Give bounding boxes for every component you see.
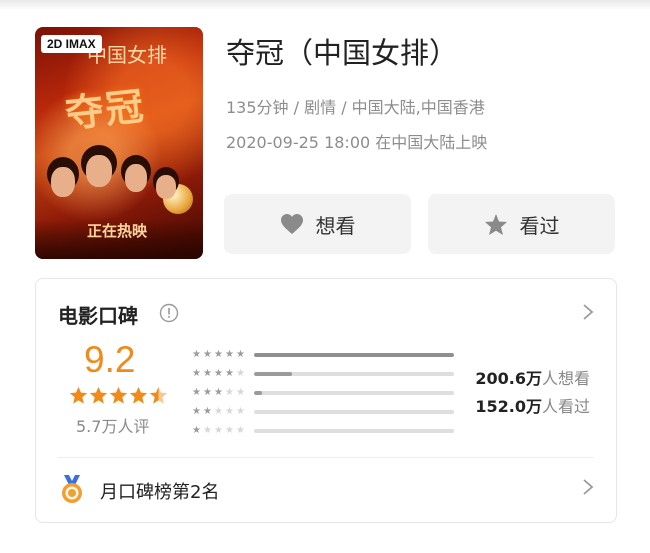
mini-star-icon: ★ [236, 367, 245, 379]
mini-star-icon: ★ [203, 386, 212, 398]
seen-button[interactable]: 看过 [428, 194, 615, 254]
rating-star-icon [89, 386, 108, 404]
want-count: 200.6万 [475, 369, 542, 388]
mini-star-icon: ★ [236, 405, 245, 417]
mini-star-icon: ★ [214, 386, 223, 398]
poster-figure [86, 155, 112, 187]
star-icon [484, 213, 507, 235]
mini-star-icon: ★ [192, 405, 201, 417]
rating-card: 电影口碑 9.2 5.7万人评 ★ ★ ★ ★ ★ ★ ★ ★ ★ ★ ★ ★ ★ ★ ★ ★ ★ ★ ★ ★ ★ ★ ★ ★… [35, 278, 617, 523]
rating-star-icon [109, 386, 128, 404]
movie-poster[interactable]: 中国女排 夺冠 正在热映 2D IMAX [35, 27, 203, 259]
distribution-bar [254, 409, 454, 414]
want-count-stat: 200.6万人想看 [475, 365, 590, 389]
mini-star-icon: ★ [225, 424, 234, 436]
mini-star-icon: ★ [203, 424, 212, 436]
poster-title: 夺冠 [63, 82, 148, 137]
distribution-bar-fill [254, 352, 454, 357]
mini-star-icon: ★ [214, 367, 223, 379]
info-icon[interactable] [159, 303, 179, 323]
seen-count-stat: 152.0万人看过 [475, 393, 590, 417]
distribution-stars: ★ ★ ★ ★ ★ [186, 424, 246, 436]
card-divider [58, 457, 594, 458]
mini-star-icon: ★ [236, 386, 245, 398]
distribution-row: ★ ★ ★ ★ ★ [186, 402, 454, 421]
mini-star-icon: ★ [192, 386, 201, 398]
seen-count: 152.0万 [475, 397, 542, 416]
chevron-right-icon[interactable] [582, 478, 594, 496]
mini-star-icon: ★ [203, 405, 212, 417]
distribution-row: ★ ★ ★ ★ ★ [186, 364, 454, 383]
distribution-bar [254, 371, 454, 376]
mini-star-icon: ★ [225, 348, 234, 360]
distribution-bar [254, 352, 454, 357]
distribution-bar [254, 390, 454, 395]
rating-star-icon [69, 386, 88, 404]
movie-title: 夺冠（中国女排） [226, 36, 459, 70]
seen-count-label: 人看过 [541, 397, 590, 416]
mini-star-icon: ★ [214, 405, 223, 417]
rating-star-icon [149, 386, 168, 404]
want-to-see-label: 想看 [315, 213, 356, 238]
distribution-row: ★ ★ ★ ★ ★ [186, 383, 454, 402]
score-stars [69, 386, 168, 405]
rating-score: 9.2 [84, 339, 136, 380]
mini-star-icon: ★ [214, 348, 223, 360]
rating-distribution: ★ ★ ★ ★ ★ ★ ★ ★ ★ ★ ★ ★ ★ ★ ★ ★ ★ ★ ★ ★ ★ ★ ★ ★ ★ [186, 345, 454, 440]
medal-icon [62, 475, 82, 503]
mini-star-icon: ★ [203, 348, 212, 360]
want-to-see-button[interactable]: 想看 [224, 194, 411, 254]
mini-star-icon: ★ [203, 367, 212, 379]
mini-star-icon: ★ [214, 424, 223, 436]
mini-star-icon: ★ [192, 367, 201, 379]
distribution-bar-fill [254, 371, 292, 376]
movie-meta-release: 2020-09-25 18:00 在中国大陆上映 [226, 133, 488, 152]
mini-star-icon: ★ [236, 424, 245, 436]
want-count-label: 人想看 [541, 369, 590, 388]
mini-star-icon: ★ [236, 348, 245, 360]
distribution-stars: ★ ★ ★ ★ ★ [186, 348, 246, 360]
mini-star-icon: ★ [225, 405, 234, 417]
distribution-bar [254, 428, 454, 433]
movie-meta-genre: 135分钟 / 剧情 / 中国大陆,中国香港 [226, 98, 485, 117]
distribution-stars: ★ ★ ★ ★ ★ [186, 367, 246, 379]
mini-star-icon: ★ [225, 367, 234, 379]
chevron-right-icon[interactable] [582, 303, 594, 321]
distribution-row: ★ ★ ★ ★ ★ [186, 345, 454, 364]
heart-icon [280, 214, 303, 234]
mini-star-icon: ★ [192, 348, 201, 360]
distribution-stars: ★ ★ ★ ★ ★ [186, 386, 246, 398]
seen-label: 看过 [519, 213, 560, 238]
poster-figure [156, 175, 176, 199]
poster-figure [51, 167, 75, 197]
distribution-stars: ★ ★ ★ ★ ★ [186, 405, 246, 417]
monthly-rank[interactable]: 月口碑榜第2名 [100, 478, 219, 504]
format-badge: 2D IMAX [41, 35, 102, 53]
top-edge [0, 0, 650, 10]
rating-section-title: 电影口碑 [58, 304, 138, 328]
rating-count: 5.7万人评 [76, 417, 150, 436]
mini-star-icon: ★ [225, 386, 234, 398]
distribution-bar-fill [254, 390, 262, 395]
mini-star-icon: ★ [192, 424, 201, 436]
rating-star-icon [129, 386, 148, 404]
poster-figure [125, 164, 147, 192]
distribution-row: ★ ★ ★ ★ ★ [186, 421, 454, 440]
poster-tagline: 正在热映 [87, 222, 148, 240]
